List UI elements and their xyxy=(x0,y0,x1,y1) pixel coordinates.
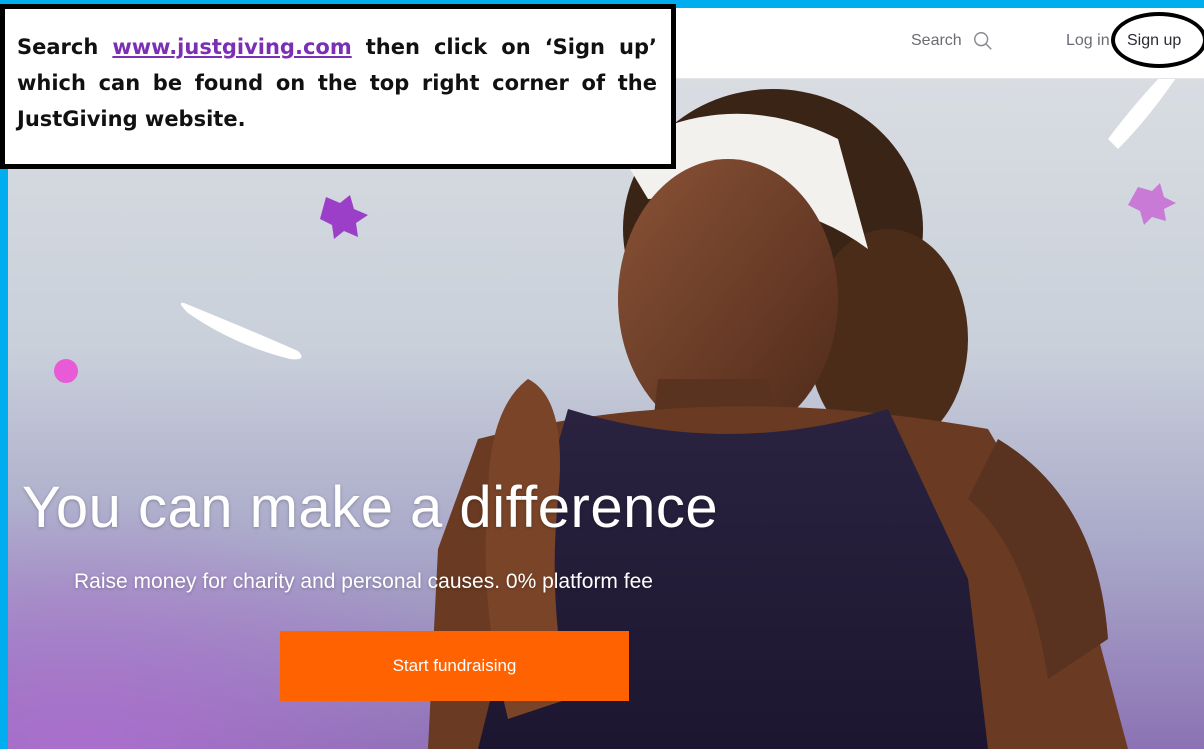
instruction-callout: Search www.justgiving.com then click on … xyxy=(0,4,676,169)
hero-banner: You can make a difference Raise money fo… xyxy=(8,79,1204,749)
nav-search-button[interactable]: Search xyxy=(911,30,994,52)
login-link[interactable]: Log in xyxy=(1066,32,1110,50)
hero-title: You can make a difference xyxy=(22,475,719,540)
hero-subtitle: Raise money for charity and personal cau… xyxy=(74,570,653,593)
justgiving-url-link[interactable]: www.justgiving.com xyxy=(112,35,351,59)
search-icon xyxy=(973,32,992,50)
start-fundraising-button[interactable]: Start fundraising xyxy=(280,631,629,701)
callout-prefix: Search xyxy=(17,35,99,59)
signup-link[interactable]: Sign up xyxy=(1127,32,1181,50)
nav-search-label: Search xyxy=(911,32,962,49)
